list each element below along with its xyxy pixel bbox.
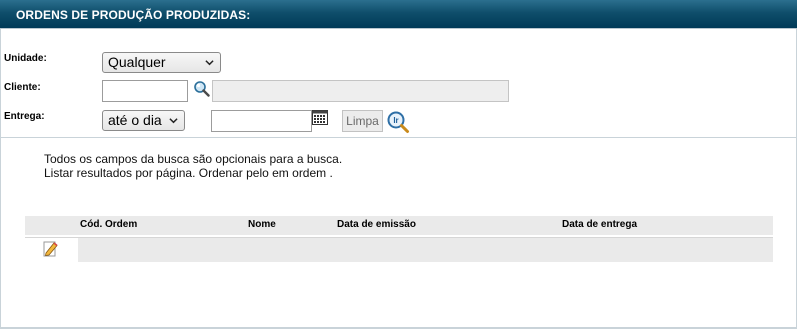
chevron-down-icon — [205, 60, 214, 66]
unidade-select-value: Qualquer — [108, 54, 166, 70]
entrega-label: Entrega: — [4, 111, 45, 122]
col-data-emissao[interactable]: Data de emissão — [337, 219, 416, 230]
unidade-select[interactable]: Qualquer — [102, 52, 221, 73]
chevron-down-icon — [169, 118, 178, 124]
svg-text:Ir: Ir — [393, 116, 398, 125]
entrega-mode-value: até o dia — [108, 112, 162, 128]
results-table-header: Cód. Ordem Nome Data de emissão Data de … — [25, 216, 773, 236]
entrega-date-input[interactable] — [211, 110, 312, 132]
info-line-optional: Todos os campos da busca são opcionais p… — [44, 152, 343, 166]
page-title: ORDENS DE PRODUÇÃO PRODUZIDAS: — [16, 8, 251, 22]
title-bar: ORDENS DE PRODUÇÃO PRODUZIDAS: — [0, 0, 797, 29]
pencil-edit-icon[interactable] — [43, 240, 60, 257]
panel-left-border — [0, 29, 1, 329]
calendar-icon[interactable] — [312, 110, 328, 125]
magnifier-icon[interactable] — [193, 80, 210, 97]
cliente-code-input[interactable] — [102, 80, 188, 102]
ir-search-icon[interactable]: Ir — [386, 110, 410, 134]
panel-bottom-border — [0, 327, 797, 329]
cliente-label: Cliente: — [4, 82, 41, 93]
col-data-entrega[interactable]: Data de entrega — [562, 219, 637, 230]
limpa-button[interactable]: Limpa — [342, 110, 383, 132]
col-nome[interactable]: Nome — [248, 219, 276, 230]
col-cod-ordem[interactable]: Cód. Ordem — [80, 219, 137, 230]
unidade-label: Unidade: — [4, 53, 47, 64]
section-divider — [0, 137, 797, 138]
cliente-name-input — [212, 80, 509, 102]
entrega-mode-select[interactable]: até o dia — [102, 110, 185, 131]
info-line-listing: Listar resultados por página. Ordenar pe… — [44, 166, 333, 180]
table-row[interactable] — [78, 238, 773, 262]
